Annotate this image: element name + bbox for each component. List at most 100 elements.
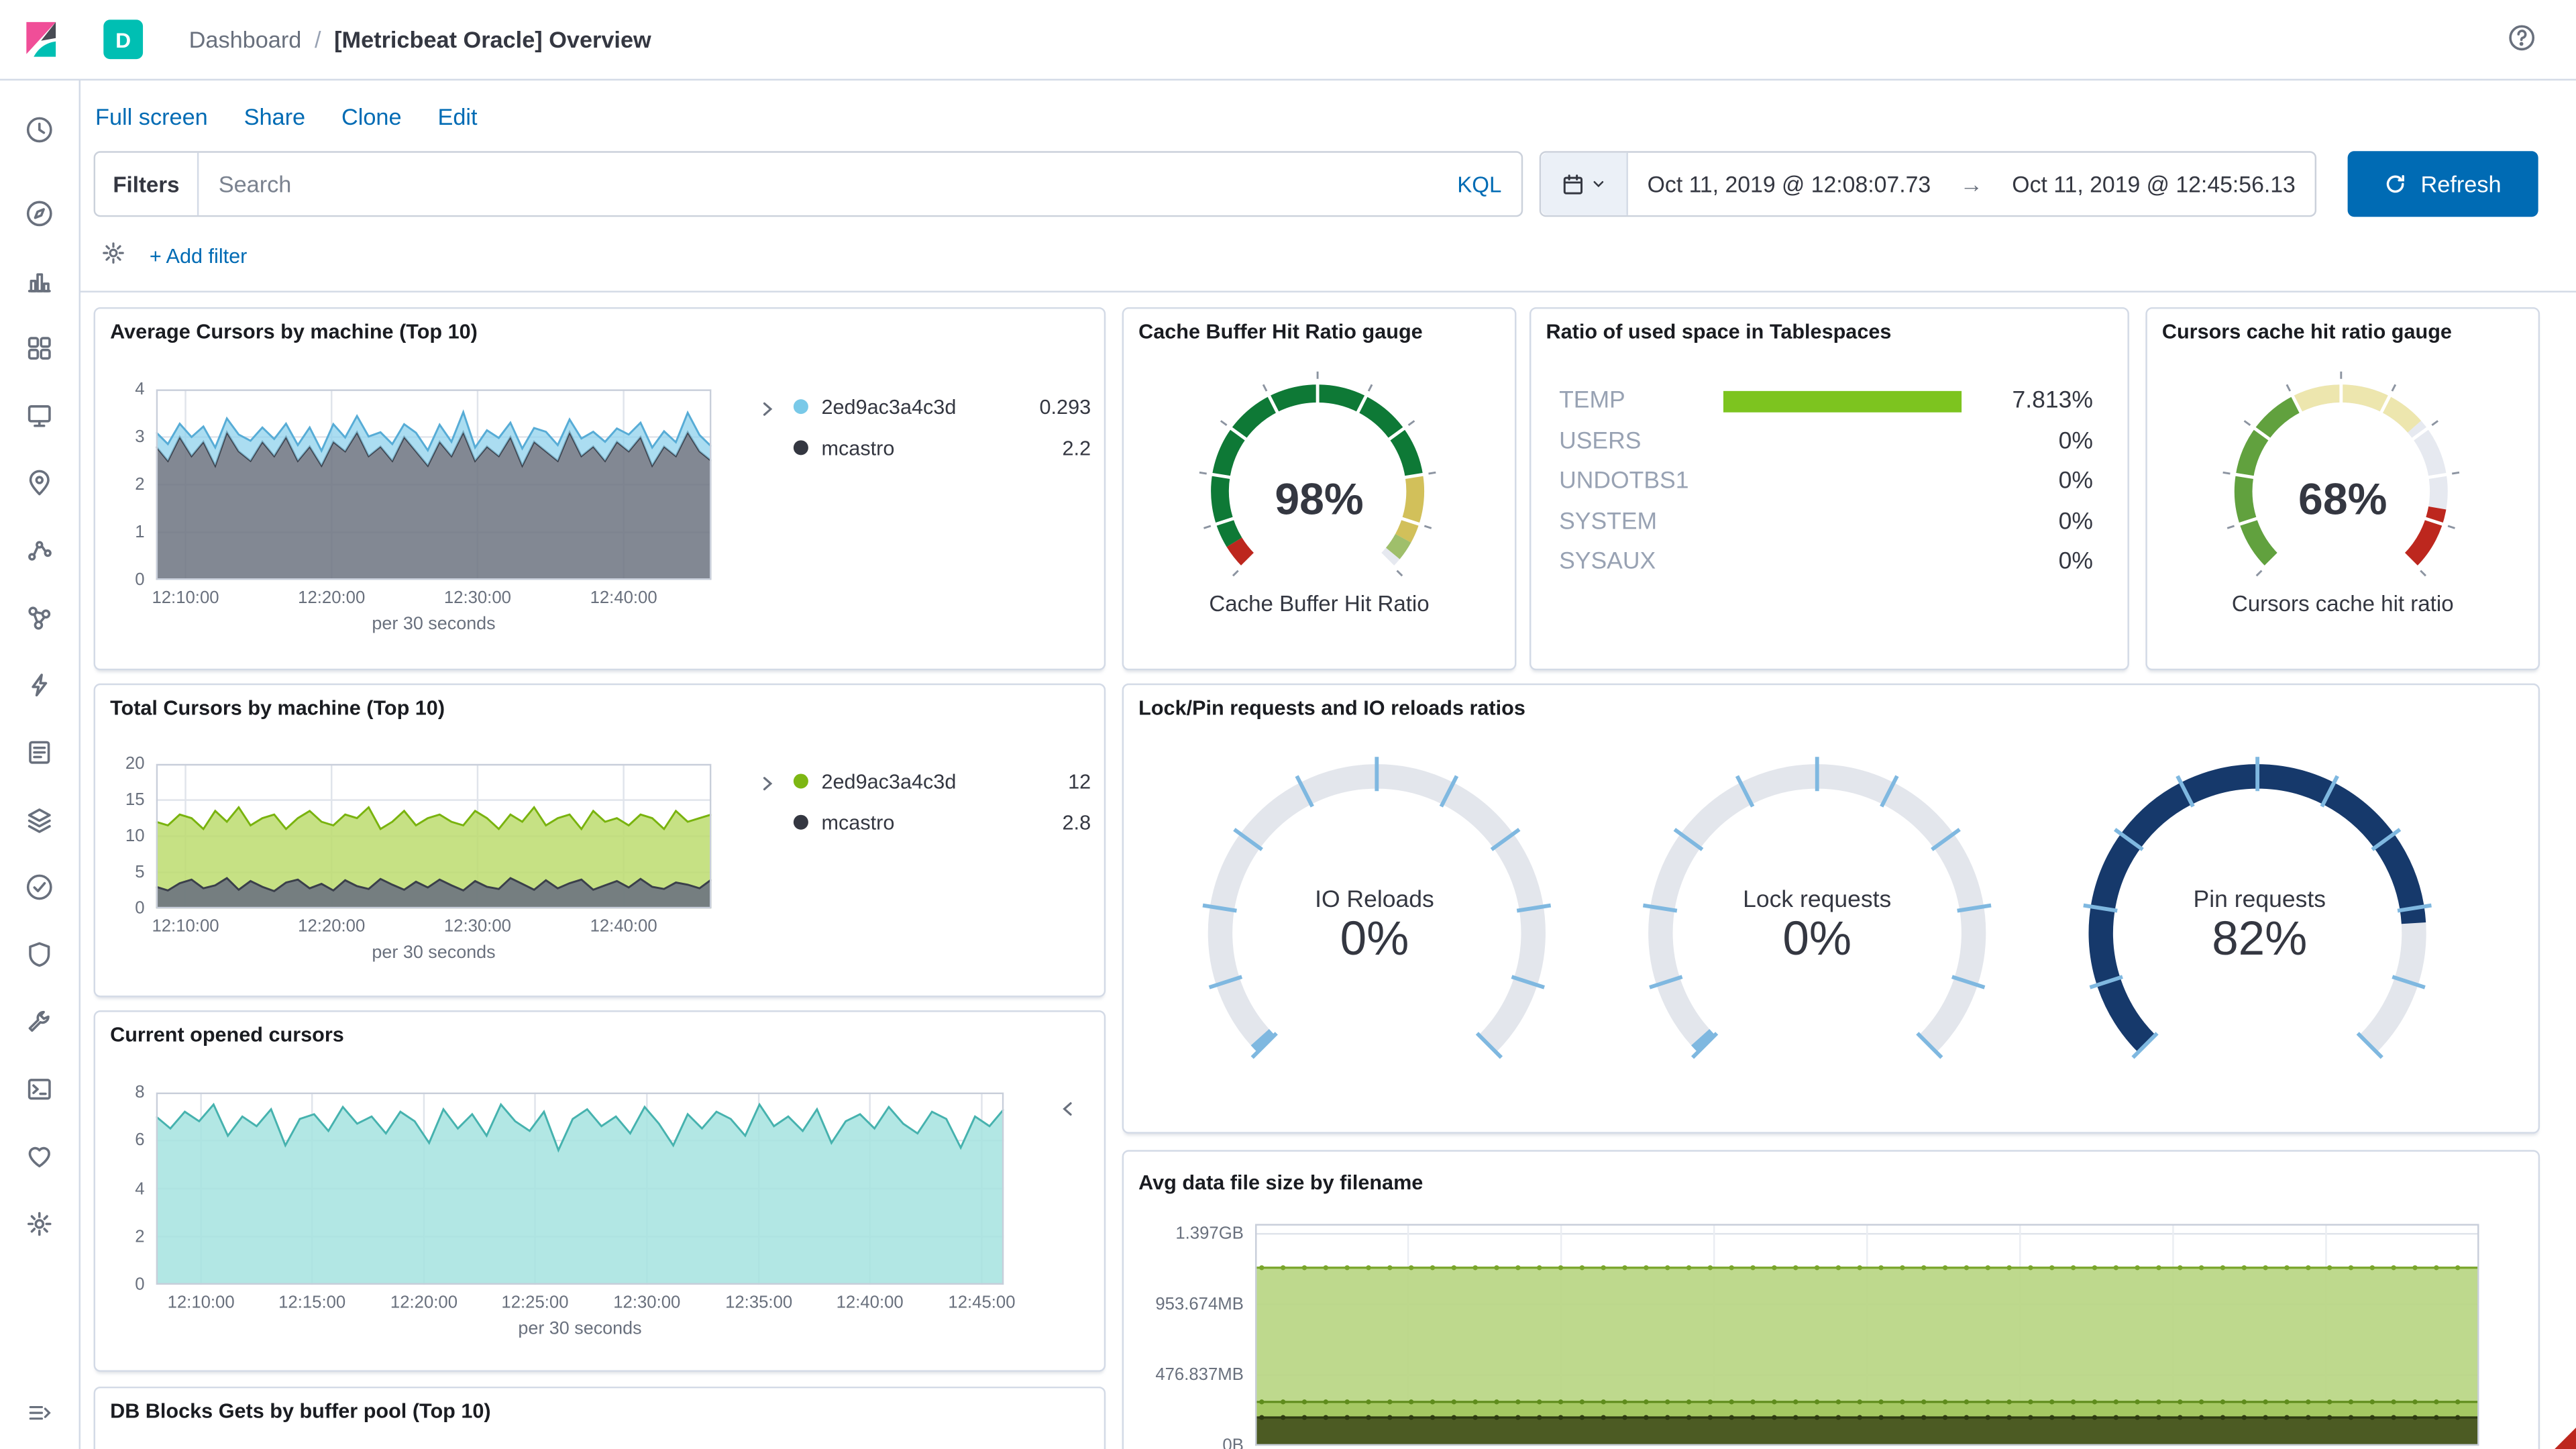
calendar-icon xyxy=(1563,174,1583,194)
logs-icon xyxy=(29,741,50,764)
search-group: Filters KQL xyxy=(93,151,1523,217)
tablespace-name: USERS xyxy=(1559,428,1642,455)
filter-controls-row: + Add filter xyxy=(80,220,2576,292)
sidebar-item-dashboard[interactable] xyxy=(13,322,66,374)
sidebar-item-logs[interactable] xyxy=(13,726,66,778)
chevron-down-icon xyxy=(1593,181,1604,188)
refresh-button[interactable]: Refresh xyxy=(2347,151,2538,217)
sidebar-item-graph[interactable] xyxy=(13,592,66,644)
panel-title: Total Cursors by machine (Top 10) xyxy=(110,696,445,720)
filters-button[interactable]: Filters xyxy=(95,152,199,215)
panel-lock-pin-gauges: Lock/Pin requests and IO reloads ratios … xyxy=(1122,683,2540,1134)
sidebar-item-visualize[interactable] xyxy=(13,255,66,307)
kql-button[interactable]: KQL xyxy=(1457,172,1521,197)
space-badge[interactable]: D xyxy=(103,19,144,60)
y-tick-label: 0 xyxy=(135,898,145,918)
usage-bar-zone xyxy=(1723,431,1988,452)
sidebar-item-maps[interactable] xyxy=(13,457,66,509)
timeseries-plot xyxy=(156,763,712,909)
y-tick-label: 0 xyxy=(135,570,145,590)
date-end[interactable]: Oct 11, 2019 @ 12:45:56.13 xyxy=(1993,172,2315,197)
visualize-icon xyxy=(28,273,51,292)
sidebar-item-console[interactable] xyxy=(13,1063,66,1115)
date-start[interactable]: Oct 11, 2019 @ 12:08:07.73 xyxy=(1628,172,1950,197)
gauge-value: 0% xyxy=(1782,913,1852,967)
usage-bar-zone xyxy=(1723,511,1988,533)
tablespace-row: UNDOTBS1 0% xyxy=(1531,462,2127,502)
legend-toggle-icon[interactable] xyxy=(757,398,777,424)
menu-full-screen[interactable]: Full screen xyxy=(95,103,208,129)
gauge-label: Cache Buffer Hit Ratio xyxy=(1209,591,1430,616)
x-tick-label: 12:10:00 xyxy=(152,588,219,608)
x-tick-label: 12:30:00 xyxy=(613,1293,681,1313)
machine-learning-icon xyxy=(28,541,52,561)
legend-toggle-icon[interactable] xyxy=(757,772,777,798)
gauge-label: Cursors cache hit ratio xyxy=(2231,591,2454,616)
legend-expand-icon[interactable] xyxy=(1058,1097,1077,1124)
x-tick-label: 12:25:00 xyxy=(501,1293,569,1313)
tablespace-name: SYSAUX xyxy=(1559,549,1656,576)
dashboard-menu: Full screen Share Clone Edit xyxy=(80,80,2576,151)
dashboard-icon xyxy=(28,337,51,360)
sidebar-item-uptime[interactable] xyxy=(13,861,66,913)
nav-collapse-button[interactable] xyxy=(13,1390,66,1436)
x-tick-label: 12:20:00 xyxy=(298,588,366,608)
panel-title: Cursors cache hit ratio gauge xyxy=(2161,320,2452,343)
breadcrumb: Dashboard / [Metricbeat Oracle] Overview xyxy=(189,26,651,52)
x-tick-label: 12:20:00 xyxy=(298,916,366,936)
panel-average-cursors: Average Cursors by machine (Top 10) 4 3 2 1… xyxy=(93,307,1106,671)
panel-cache-buffer-gauge: Cache Buffer Hit Ratio gauge 98% Cache B… xyxy=(1122,307,1517,671)
sidebar-item-dev-tools[interactable] xyxy=(13,996,66,1048)
dev-tools-icon xyxy=(28,1010,50,1032)
sidebar-item-recently-viewed[interactable] xyxy=(13,103,66,156)
menu-edit[interactable]: Edit xyxy=(437,103,477,129)
sidebar-item-metrics[interactable] xyxy=(13,794,66,846)
breadcrumb-dashboard[interactable]: Dashboard xyxy=(189,26,302,52)
sidebar-item-discover[interactable] xyxy=(13,187,66,239)
panel-cursors-cache-gauge: Cursors cache hit ratio gauge 68% Cursor… xyxy=(2145,307,2540,671)
legend-item[interactable]: 2ed9ac3a4c3d 0.293 xyxy=(793,386,1091,427)
menu-share[interactable]: Share xyxy=(244,103,305,129)
y-tick-label: 476.837MB xyxy=(1155,1365,1244,1385)
timeseries-plot xyxy=(156,1092,1004,1285)
menu-clone[interactable]: Clone xyxy=(341,103,402,129)
help-icon[interactable] xyxy=(2507,22,2536,56)
usage-bar-zone xyxy=(1723,390,1988,413)
add-filter-link[interactable]: + Add filter xyxy=(150,244,248,267)
x-tick-label: 12:40:00 xyxy=(590,916,657,936)
legend-value: 0.293 xyxy=(1039,394,1091,419)
x-tick-label: 12:45:00 xyxy=(948,1293,1016,1313)
kibana-logo[interactable] xyxy=(0,0,80,79)
sidebar-item-canvas[interactable] xyxy=(13,389,66,441)
legend-item[interactable]: mcastro 2.8 xyxy=(793,802,1091,843)
x-tick-label: 12:40:00 xyxy=(836,1293,904,1313)
sidebar-item-management[interactable] xyxy=(13,1197,66,1250)
recently-viewed-icon xyxy=(26,117,52,143)
usage-bar-zone xyxy=(1723,471,1988,492)
legend-item[interactable]: 2ed9ac3a4c3d 12 xyxy=(793,761,1091,802)
x-axis-title: per 30 seconds xyxy=(372,614,496,635)
discover-icon xyxy=(26,201,52,227)
panel-title: Current opened cursors xyxy=(110,1023,344,1047)
sidebar-item-machine-learning[interactable] xyxy=(13,524,66,576)
panel-title: Cache Buffer Hit Ratio gauge xyxy=(1138,320,1423,343)
uptime-icon xyxy=(26,874,52,900)
x-tick-label: 12:35:00 xyxy=(725,1293,793,1313)
calendar-button[interactable] xyxy=(1541,152,1628,215)
legend-item[interactable]: mcastro 2.2 xyxy=(793,427,1091,468)
canvas-icon xyxy=(28,405,51,427)
siem-icon xyxy=(29,942,50,967)
y-tick-label: 10 xyxy=(125,826,145,847)
filter-settings-gear-icon[interactable] xyxy=(100,240,126,272)
search-input[interactable] xyxy=(199,170,1458,197)
breadcrumb-separator: / xyxy=(314,26,321,53)
y-tick-label: 8 xyxy=(135,1082,145,1103)
sidebar-item-siem[interactable] xyxy=(13,928,66,981)
tablespace-value: 7.813% xyxy=(2012,388,2094,415)
legend-value: 2.8 xyxy=(1062,810,1091,834)
chart-legend: 2ed9ac3a4c3d 0.293 mcastro 2.2 xyxy=(757,386,1091,468)
avg-cursors-chart: 4 3 2 1 0 12:10:00 12:20:00 12:30:00 12:40:00 per… xyxy=(95,309,1104,668)
sidebar-item-stack-monitoring[interactable] xyxy=(13,1130,66,1183)
tablespace-row: SYSAUX 0% xyxy=(1531,542,2127,582)
sidebar-item-apm[interactable] xyxy=(13,659,66,711)
